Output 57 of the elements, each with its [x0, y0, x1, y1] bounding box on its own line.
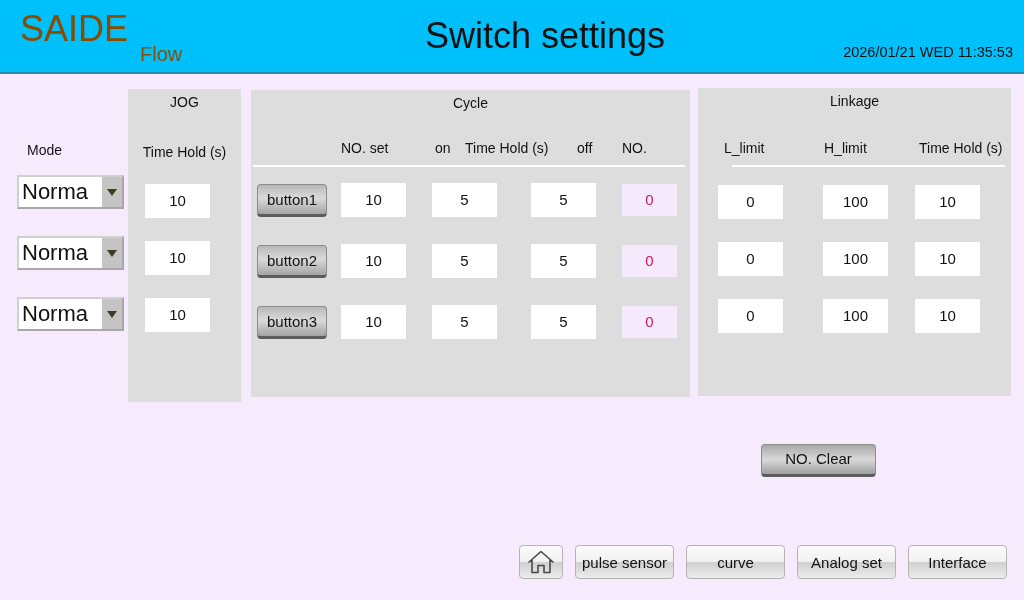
number-field[interactable]: 10 — [145, 241, 210, 275]
panel-title: Cycle — [453, 95, 488, 111]
number-field[interactable]: 10 — [341, 244, 406, 278]
number-field[interactable]: 10 — [915, 185, 980, 219]
house-icon — [527, 550, 555, 574]
nav-button[interactable]: Analog set — [797, 545, 896, 579]
page-title: Switch settings — [425, 18, 666, 58]
number-field[interactable]: 10 — [145, 298, 210, 332]
number-field[interactable]: 10 — [915, 299, 980, 333]
home-button[interactable] — [519, 545, 563, 579]
column-header: H_limit — [824, 139, 867, 158]
number-field[interactable]: 10 — [341, 305, 406, 339]
number-field[interactable]: 0 — [718, 299, 783, 333]
nav-button[interactable]: curve — [686, 545, 785, 579]
count-display: 0 — [622, 306, 677, 338]
panel-title: Linkage — [829, 93, 879, 109]
column-header: L_limit — [724, 139, 765, 158]
cycle-button[interactable]: button2 — [257, 244, 327, 278]
caret-icon — [102, 238, 122, 268]
clear-button[interactable]: NO. Clear — [761, 444, 876, 477]
cycle-button[interactable]: button1 — [257, 183, 327, 217]
number-field[interactable]: 10 — [915, 242, 980, 276]
date-time: 2026/01/21 WED 11:35:53 — [843, 44, 1013, 62]
column-header: Time Hold (s) — [919, 139, 1003, 158]
cycle-button[interactable]: button3 — [257, 305, 327, 339]
mode-dropdown[interactable]: Norma — [17, 297, 124, 331]
number-field[interactable]: 10 — [341, 183, 406, 217]
panel-title: JOG — [170, 94, 199, 110]
column-header: off — [577, 139, 593, 158]
count-display: 0 — [622, 184, 677, 216]
logo-text: SAIDE — [20, 11, 129, 47]
number-field[interactable]: 5 — [432, 183, 497, 217]
number-field[interactable]: 5 — [531, 305, 596, 339]
mode-dropdown[interactable]: Norma — [17, 236, 124, 270]
caret-icon — [102, 299, 122, 329]
caret-icon — [102, 177, 122, 207]
column-header: Time Hold (s) — [465, 139, 549, 158]
mode-dropdown[interactable]: Norma — [17, 175, 124, 209]
column-header: on — [435, 139, 451, 158]
logo-subtitle: Flow — [140, 44, 183, 64]
number-field[interactable]: 100 — [823, 242, 888, 276]
nav-button[interactable]: Interface — [908, 545, 1007, 579]
nav-button[interactable]: pulse sensor — [575, 545, 674, 579]
column-header: Time Hold (s) — [142, 144, 227, 160]
column-header: Mode — [27, 141, 63, 160]
number-field[interactable]: 100 — [823, 299, 888, 333]
number-field[interactable]: 5 — [432, 244, 497, 278]
number-field[interactable]: 10 — [145, 184, 210, 218]
column-header: NO. set — [341, 139, 389, 158]
number-field[interactable]: 0 — [718, 242, 783, 276]
column-header: NO. — [622, 139, 647, 158]
number-field[interactable]: 5 — [531, 183, 596, 217]
number-field[interactable]: 0 — [718, 185, 783, 219]
number-field[interactable]: 100 — [823, 185, 888, 219]
number-field[interactable]: 5 — [432, 305, 497, 339]
number-field[interactable]: 5 — [531, 244, 596, 278]
count-display: 0 — [622, 245, 677, 277]
